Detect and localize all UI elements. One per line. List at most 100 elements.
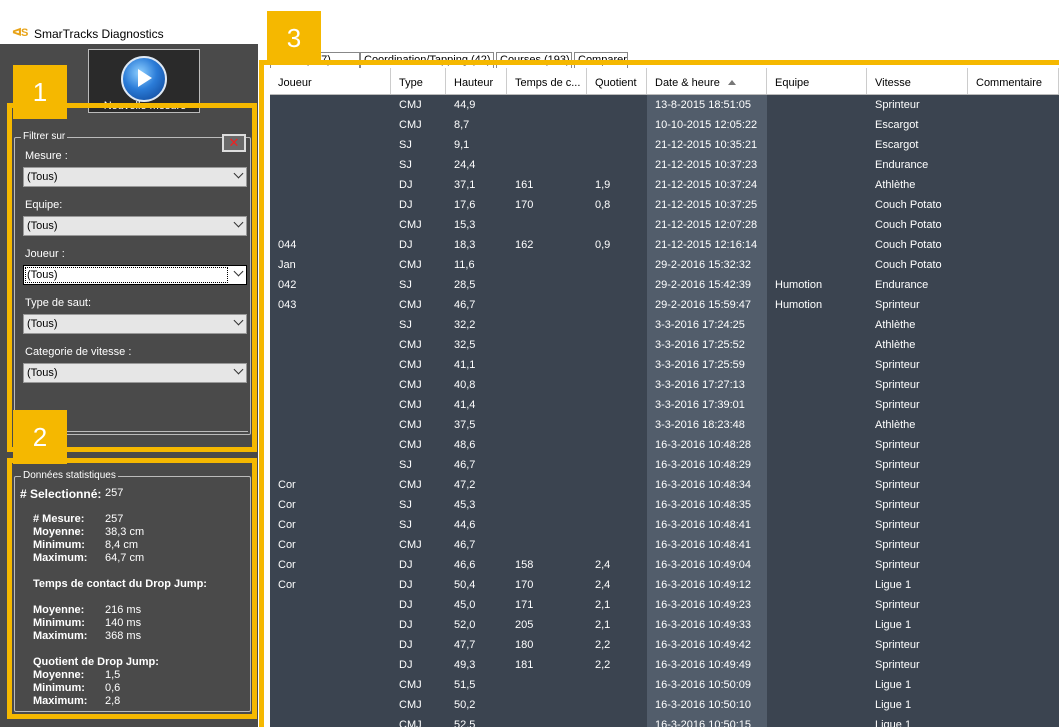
table-row[interactable]: SJ 46,7 16-3-2016 10:48:29 Sprinteur [270,455,1059,475]
filter-label-vitesse: Categorie de vitesse : [25,346,132,358]
cell-quotient: 2,1 [595,619,611,631]
cell-date: 16-3-2016 10:49:33 [655,619,752,631]
table-row[interactable]: CMJ 50,2 16-3-2016 10:50:10 Ligue 1 [270,695,1059,715]
table-row[interactable]: CMJ 37,5 3-3-2016 18:23:48 Athlèthe [270,415,1059,435]
table-row[interactable]: Cor CMJ 47,2 16-3-2016 10:48:34 Sprinteur [270,475,1059,495]
table-row[interactable]: CMJ 48,6 16-3-2016 10:48:28 Sprinteur [270,435,1059,455]
cell-type: CMJ [399,439,422,451]
table-row[interactable]: Jan CMJ 11,6 29-2-2016 15:32:32 Couch Potato [270,255,1059,275]
column-header-vitesse[interactable]: Vitesse [867,68,968,94]
cell-date: 10-10-2015 12:05:22 [655,119,758,131]
new-measure-button[interactable]: Nouvelle mesure [88,49,200,113]
contact-min-label: Minimum: [33,617,85,629]
column-header-commentaire[interactable]: Commentaire [968,68,1059,94]
table-row[interactable]: SJ 9,1 21-12-2015 10:35:21 Escargot [270,135,1059,155]
cell-vitesse: Sprinteur [875,539,920,551]
filter-select-type-saut[interactable]: (Tous) [23,314,247,334]
table-row[interactable]: CMJ 44,9 13-8-2015 18:51:05 Sprinteur [270,95,1059,115]
filter-select-equipe[interactable]: (Tous) [23,216,247,236]
sort-ascending-icon [727,80,736,85]
cell-type: CMJ [399,699,422,711]
cell-type: CMJ [399,419,422,431]
cell-date: 16-3-2016 10:48:34 [655,479,752,491]
new-measure-label: Nouvelle mesure [103,100,187,112]
cell-type: CMJ [399,679,422,691]
table-row[interactable]: CMJ 52,5 16-3-2016 10:50:15 Ligue 1 [270,715,1059,727]
column-header-type[interactable]: Type [391,68,446,94]
table-row[interactable]: CMJ 41,1 3-3-2016 17:25:59 Sprinteur [270,355,1059,375]
cell-date: 16-3-2016 10:50:09 [655,679,752,691]
quotient-max-label: Maximum: [33,695,88,707]
table-row[interactable]: DJ 49,3 181 2,2 16-3-2016 10:49:49 Sprinteur [270,655,1059,675]
cell-date: 29-2-2016 15:42:39 [655,279,752,291]
table-row[interactable]: Cor SJ 45,3 16-3-2016 10:48:35 Sprinteur [270,495,1059,515]
filter-select-joueur[interactable]: (Tous) [23,265,247,285]
data-grid[interactable]: Joueur Type Hauteur Temps de c... Quotie… [270,68,1059,727]
table-row[interactable]: CMJ 51,5 16-3-2016 10:50:09 Ligue 1 [270,675,1059,695]
quotient-mean-label: Moyenne: [33,669,85,681]
cell-temps: 170 [515,579,534,591]
filter-select-vitesse[interactable]: (Tous) [23,363,247,383]
table-row[interactable]: Cor DJ 46,6 158 2,4 16-3-2016 10:49:04 Sprinte… [270,555,1059,575]
cell-type: CMJ [399,479,422,491]
cell-date: 3-3-2016 17:25:52 [655,339,745,351]
cell-type: CMJ [399,299,422,311]
tab-comparer[interactable]: Comparer [574,52,628,68]
table-row[interactable]: SJ 24,4 21-12-2015 10:37:23 Endurance [270,155,1059,175]
cell-type: CMJ [399,359,422,371]
table-row[interactable]: CMJ 15,3 21-12-2015 12:07:28 Couch Potato [270,215,1059,235]
cell-type: CMJ [399,539,422,551]
cell-hauteur: 32,2 [454,319,476,331]
measure-min-value: 8,4 cm [105,539,139,551]
tab-courses[interactable]: Courses (193) [496,52,572,68]
cell-hauteur: 46,7 [454,539,476,551]
column-header-hauteur[interactable]: Hauteur [446,68,507,94]
column-header-temps[interactable]: Temps de c... [507,68,587,94]
cell-vitesse: Couch Potato [875,219,942,231]
cell-joueur: 043 [278,299,297,311]
cell-hauteur: 40,8 [454,379,476,391]
table-row[interactable]: DJ 37,1 161 1,9 21-12-2015 10:37:24 Athlèthe [270,175,1059,195]
table-row[interactable]: Cor CMJ 46,7 16-3-2016 10:48:41 Sprinteur [270,535,1059,555]
cell-hauteur: 41,4 [454,399,476,411]
column-header-joueur[interactable]: Joueur [270,68,391,94]
cell-hauteur: 48,6 [454,439,476,451]
filter-select-mesure[interactable]: (Tous) [23,167,247,187]
table-row[interactable]: DJ 17,6 170 0,8 21-12-2015 10:37:25 Couch Pot… [270,195,1059,215]
cell-type: DJ [399,659,413,671]
cell-date: 29-2-2016 15:59:47 [655,299,752,311]
cell-joueur: Cor [278,519,296,531]
tab-coordination[interactable]: Coordination/Tapping (42) [360,52,494,68]
table-row[interactable]: SJ 32,2 3-3-2016 17:24:25 Athlèthe [270,315,1059,335]
column-header-quotient[interactable]: Quotient [587,68,647,94]
cell-date: 16-3-2016 10:50:15 [655,719,752,727]
table-row[interactable]: CMJ 41,4 3-3-2016 17:39:01 Sprinteur [270,395,1059,415]
table-row[interactable]: 042 SJ 28,5 29-2-2016 15:42:39 Humotion Endur… [270,275,1059,295]
table-row[interactable]: CMJ 32,5 3-3-2016 17:25:52 Athlèthe [270,335,1059,355]
table-row[interactable]: Cor SJ 44,6 16-3-2016 10:48:41 Sprinteur [270,515,1059,535]
cell-hauteur: 17,6 [454,199,476,211]
table-row[interactable]: DJ 47,7 180 2,2 16-3-2016 10:49:42 Sprinteur [270,635,1059,655]
table-row[interactable]: DJ 52,0 205 2,1 16-3-2016 10:49:33 Ligue 1 [270,615,1059,635]
table-row[interactable]: CMJ 40,8 3-3-2016 17:27:13 Sprinteur [270,375,1059,395]
filter-value-type-saut: (Tous) [27,318,58,330]
stats-group: Données statistiques # Selectionné: 257 … [14,470,251,712]
column-header-date[interactable]: Date & heure [647,68,767,94]
table-row[interactable]: 044 DJ 18,3 162 0,9 21-12-2015 12:16:14 Couch … [270,235,1059,255]
cell-equipe: Humotion [775,279,823,291]
table-row[interactable]: 043 CMJ 46,7 29-2-2016 15:59:47 Humotion Spri… [270,295,1059,315]
cell-type: CMJ [399,339,422,351]
cell-joueur: Cor [278,579,296,591]
cell-vitesse: Escargot [875,119,919,131]
table-row[interactable]: CMJ 8,7 10-10-2015 12:05:22 Escargot [270,115,1059,135]
cell-type: DJ [399,579,413,591]
cell-vitesse: Couch Potato [875,199,942,211]
column-header-equipe[interactable]: Equipe [767,68,867,94]
clear-filter-button[interactable]: ✕ [222,134,246,152]
table-row[interactable]: DJ 45,0 171 2,1 16-3-2016 10:49:23 Sprinteur [270,595,1059,615]
cell-vitesse: Ligue 1 [875,679,912,691]
filter-value-mesure: (Tous) [27,171,58,183]
table-row[interactable]: Cor DJ 50,4 170 2,4 16-3-2016 10:49:12 Ligue 1 [270,575,1059,595]
filter-legend: Filtrer sur [21,131,68,142]
cell-hauteur: 50,2 [454,699,476,711]
